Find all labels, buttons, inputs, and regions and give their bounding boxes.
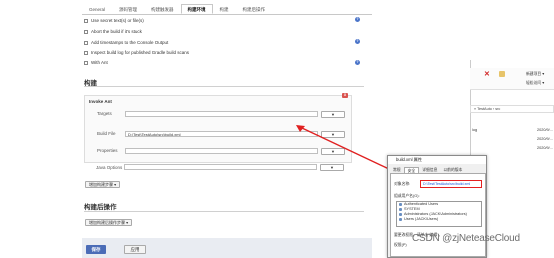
user-list[interactable]: Authenticated Users SYSTEM Administrator…: [396, 201, 482, 227]
dialog-title: build.xml 属性: [388, 156, 486, 164]
dialog-security-pane: 对象名称: D:\Test\TestAuto\src\build.xml 组或用…: [390, 173, 486, 257]
user-group-icon: [399, 218, 402, 221]
user-group-icon: [399, 203, 402, 206]
permission-label: 权限(P): [394, 243, 407, 247]
user-name: Users (JACK\Users): [404, 217, 439, 221]
screenshot-root: General 源码管理 构建触发器 构建环境 构建 构建后操作 Use sec…: [0, 0, 554, 258]
user-group-icon: [399, 213, 402, 216]
object-name-label: 对象名称:: [394, 182, 411, 186]
list-item[interactable]: Users (JACK\Users): [397, 217, 481, 222]
watermark-text: CSDN @zjNeteaseCloud: [412, 233, 520, 244]
group-user-label: 组或用户名(G):: [394, 194, 420, 198]
user-group-icon: [399, 208, 402, 211]
object-name-value: D:\Test\TestAuto\src\build.xml: [420, 180, 482, 188]
